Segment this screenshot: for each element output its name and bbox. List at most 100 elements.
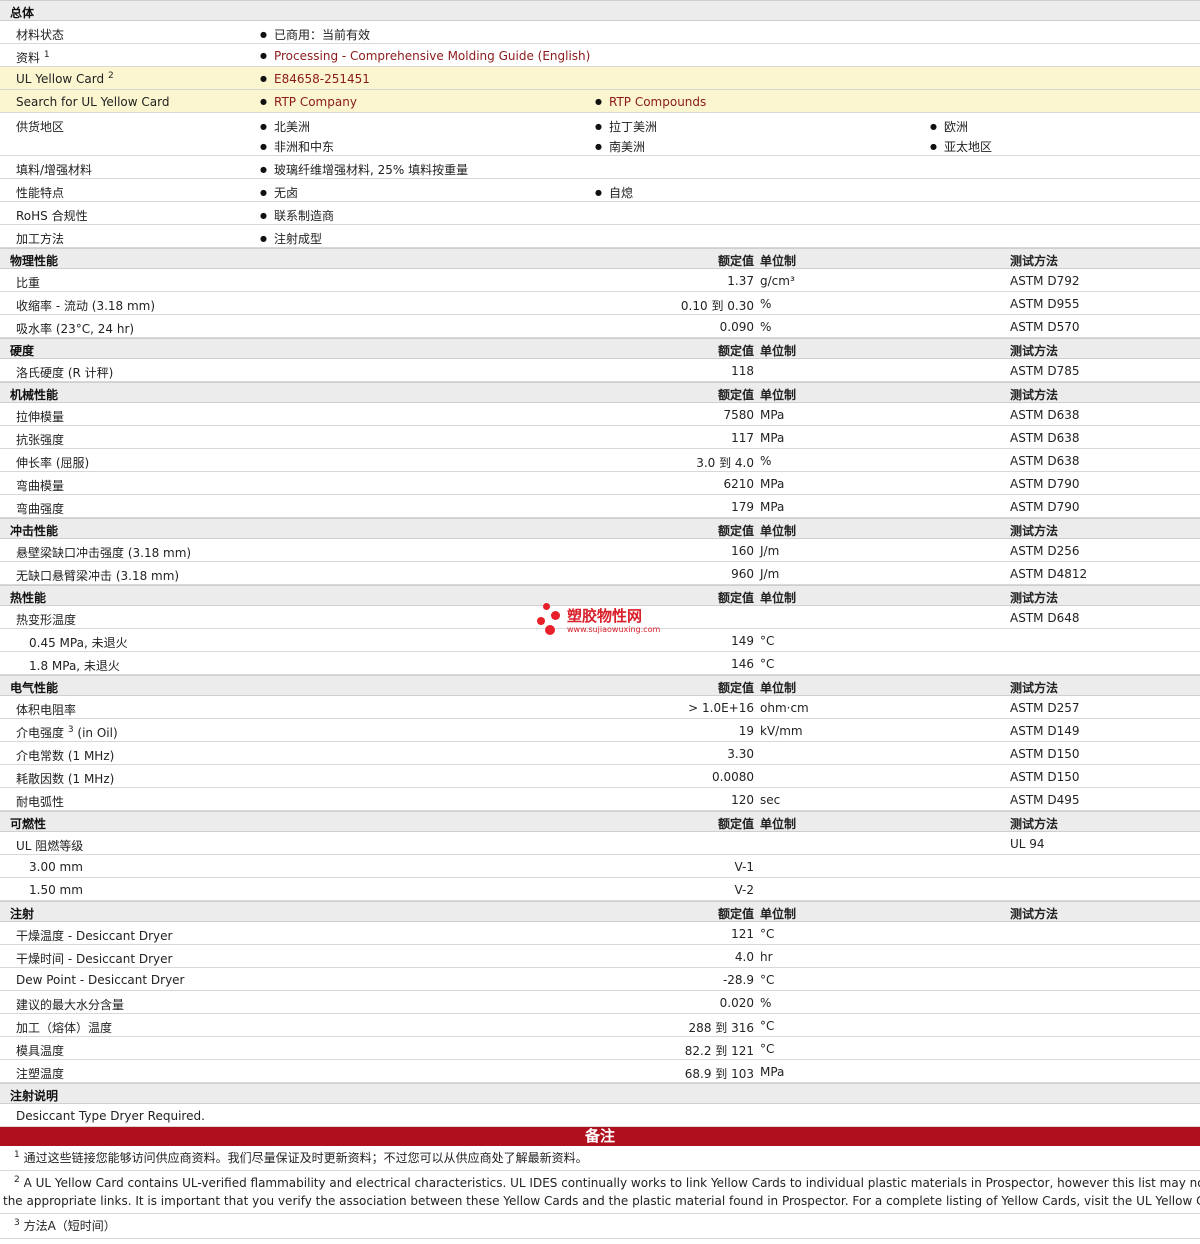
property-value: 179	[731, 500, 754, 514]
footnote-ref: 2	[107, 71, 114, 81]
row-label: 供货地区	[16, 120, 65, 134]
section-title: 冲击性能	[10, 524, 59, 538]
property-name: 介电常数 (1 MHz)	[16, 749, 115, 763]
test-method: ASTM D4812	[1010, 567, 1088, 581]
property-value: 0.090	[719, 320, 754, 334]
rtp-company-link[interactable]: RTP Company	[260, 95, 357, 109]
property-unit: MPa	[760, 500, 785, 514]
property-unit: MPa	[760, 431, 785, 445]
property-name: 热变形温度	[16, 613, 77, 627]
test-method: ASTM D785	[1010, 364, 1080, 378]
property-name: 耐电弧性	[16, 795, 65, 809]
section-header-flammability: 可燃性 额定值 单位制 测试方法	[0, 811, 1200, 832]
property-unit: °C	[760, 1042, 775, 1056]
method-header: 测试方法	[1010, 524, 1059, 538]
row-label: 材料状态	[16, 28, 65, 42]
injection-notes-text: Desiccant Type Dryer Required.	[16, 1109, 205, 1123]
section-header-mechanical: 机械性能 额定值 单位制 测试方法	[0, 382, 1200, 403]
property-name: 耗散因数 (1 MHz)	[16, 772, 115, 786]
ul-yellow-card-link[interactable]: E84658-251451	[260, 72, 370, 86]
property-value: 4.0	[734, 950, 754, 964]
row-rohs: RoHS 合规性 联系制造商	[0, 202, 1200, 225]
watermark-url: www.sujiaowuxing.com	[567, 625, 661, 634]
property-sections: 物理性能 额定值 单位制 测试方法 比重 1.37 g/cm³ ASTM D792 收缩率 - …	[0, 248, 1200, 1083]
property-row: 体积电阻率 > 1.0E+16 ohm·cm ASTM D257	[0, 696, 1200, 719]
row-label: Search for UL Yellow Card	[16, 95, 170, 109]
test-method: ASTM D149	[1010, 724, 1080, 738]
property-row: 建议的最大水分含量 0.020%	[0, 991, 1200, 1014]
property-row: 无缺口悬臂梁冲击 (3.18 mm) 960 J/m ASTM D4812	[0, 562, 1200, 585]
feature-item: 自熄	[595, 184, 633, 201]
property-value: 68.9 到 103	[684, 1067, 754, 1081]
property-value: 146	[731, 657, 754, 671]
property-value: 960	[731, 567, 754, 581]
section-title: 物理性能	[10, 254, 59, 268]
row-filler: 填料/增强材料 玻璃纤维增强材料, 25% 填料按重量	[0, 156, 1200, 179]
nominal-header: 额定值	[717, 388, 754, 402]
bullet-value: 已商用：当前有效	[260, 26, 370, 43]
property-unit: J/m	[760, 544, 780, 558]
footnote-text: 方法A（短时间）	[23, 1219, 116, 1233]
property-row: 吸水率 (23°C, 24 hr) 0.090% ASTM D570	[0, 315, 1200, 338]
property-row: 1.8 MPa, 未退火 146 °C	[0, 652, 1200, 675]
section-title: 总体	[10, 6, 35, 20]
nominal-header: 额定值	[717, 254, 754, 268]
bullet-value: 联系制造商	[260, 207, 334, 224]
property-name: 加工（熔体）温度	[16, 1021, 113, 1035]
region-item: 北美洲	[260, 118, 310, 135]
property-name: 3.00 mm	[29, 860, 83, 874]
property-name: 抗张强度	[16, 433, 65, 447]
region-item: 南美洲	[595, 138, 645, 155]
section-title: 电气性能	[10, 681, 59, 695]
footnote-ref: 1	[43, 50, 50, 60]
nominal-header: 额定值	[717, 681, 754, 695]
property-row: 比重 1.37 g/cm³ ASTM D792	[0, 269, 1200, 292]
property-value: 160	[731, 544, 754, 558]
literature-link[interactable]: Processing - Comprehensive Molding Guide…	[260, 49, 590, 63]
nominal-header: 额定值	[717, 817, 754, 831]
property-name: 伸长率 (屈服)	[16, 456, 90, 470]
row-label: 资料 1	[16, 50, 50, 66]
property-unit: MPa	[760, 408, 785, 422]
section-header-impact: 冲击性能 额定值 单位制 测试方法	[0, 518, 1200, 539]
property-value: 0.020	[719, 996, 754, 1010]
row-processing: 加工方法 注射成型	[0, 225, 1200, 248]
property-unit: °C	[760, 1019, 775, 1033]
section-title: 注射	[10, 907, 35, 921]
footnote-1: 1 通过这些链接您能够访问供应商资料。我们尽量保证及时更新资料；不过您可以从供应…	[0, 1146, 1200, 1171]
property-value: V-1	[734, 860, 754, 874]
property-row: UL 阻燃等级 UL 94	[0, 832, 1200, 855]
footnote-number: 2	[14, 1175, 20, 1185]
property-value: 120	[731, 793, 754, 807]
property-row: 伸长率 (屈服) 3.0 到 4.0% ASTM D638	[0, 449, 1200, 472]
property-name: 0.45 MPa, 未退火	[29, 636, 128, 650]
nominal-header: 额定值	[717, 907, 754, 921]
property-unit: °C	[760, 973, 775, 987]
site-watermark: 塑胶物性网 www.sujiaowuxing.com	[537, 603, 667, 639]
test-method: ASTM D570	[1010, 320, 1080, 334]
nominal-header: 额定值	[717, 344, 754, 358]
property-name: 悬壁梁缺口冲击强度 (3.18 mm)	[16, 546, 192, 560]
bullet-value: 注射成型	[260, 230, 322, 247]
region-item: 拉丁美洲	[595, 118, 657, 135]
property-row: 收缩率 - 流动 (3.18 mm) 0.10 到 0.30% ASTM D955	[0, 292, 1200, 315]
property-name: 弯曲模量	[16, 479, 65, 493]
unit-header: 单位制	[760, 254, 797, 268]
property-name: 无缺口悬臂梁冲击 (3.18 mm)	[16, 569, 180, 583]
property-name: 吸水率 (23°C, 24 hr)	[16, 322, 135, 336]
property-name: Dew Point - Desiccant Dryer	[16, 973, 185, 987]
footnote-number: 3	[14, 1218, 20, 1228]
property-value: 118	[731, 364, 754, 378]
property-value: > 1.0E+16	[688, 701, 754, 715]
row-literature: 资料 1 Processing - Comprehensive Molding …	[0, 44, 1200, 67]
section-header-physical: 物理性能 额定值 单位制 测试方法	[0, 248, 1200, 269]
method-header: 测试方法	[1010, 681, 1059, 695]
section-header-injection-notes: 注射说明	[0, 1083, 1200, 1104]
test-method: ASTM D790	[1010, 500, 1080, 514]
row-label: 性能特点	[16, 186, 65, 200]
property-row: 模具温度 82.2 到 121 °C	[0, 1037, 1200, 1060]
row-ul-yellow-card: UL Yellow Card 2 E84658-251451	[0, 67, 1200, 90]
rtp-compounds-link[interactable]: RTP Compounds	[595, 95, 706, 109]
watermark-logo-icon	[537, 603, 563, 637]
property-value: 1.37	[727, 274, 754, 288]
